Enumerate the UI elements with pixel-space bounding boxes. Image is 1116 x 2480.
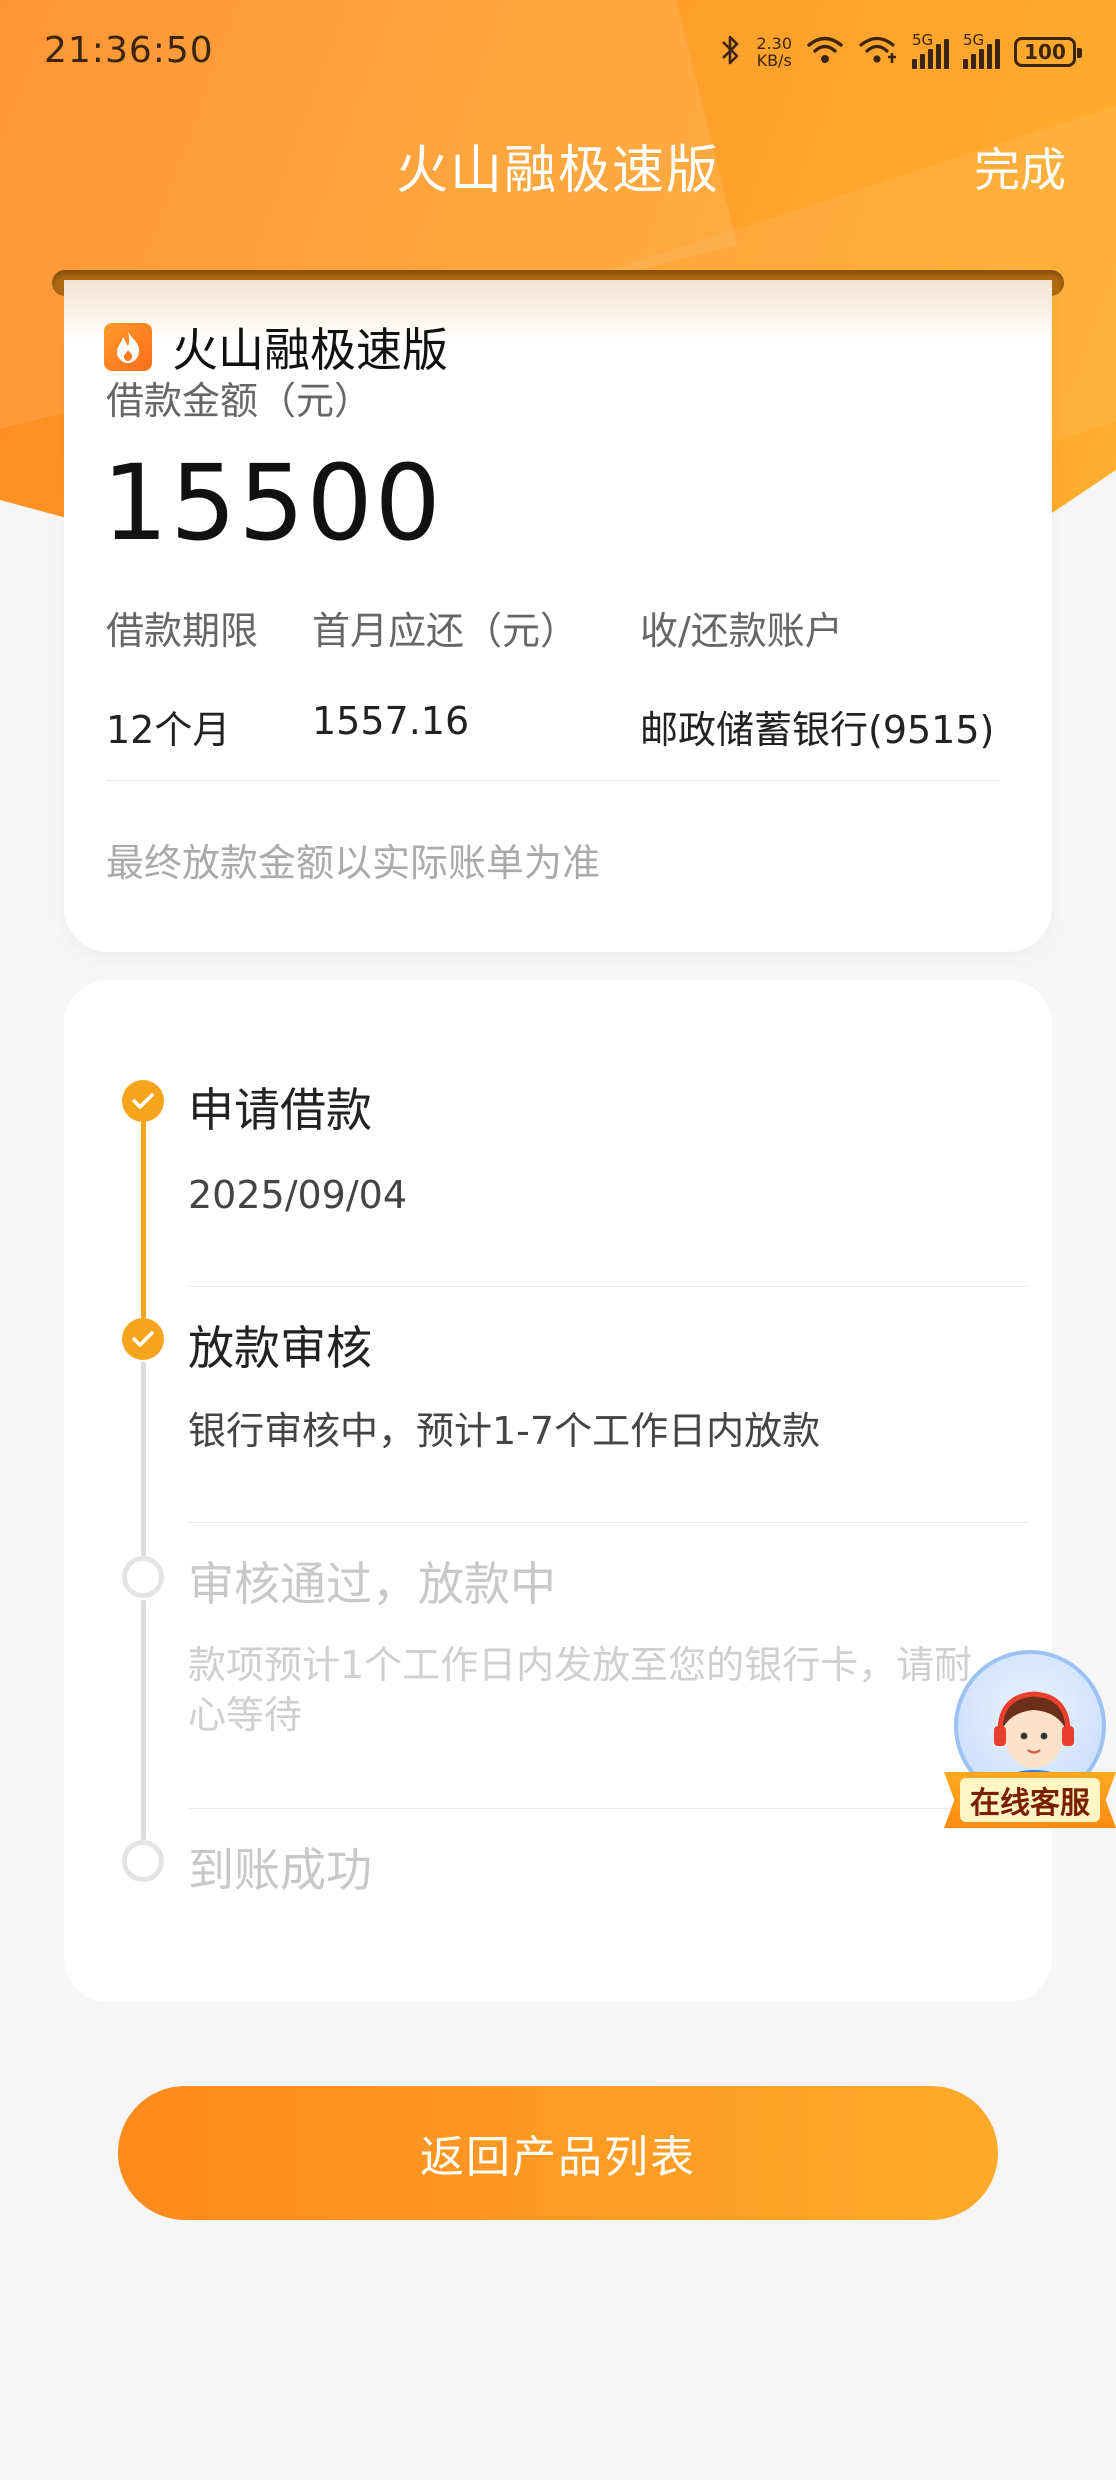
first-repay-label: 首月应还（元） — [312, 609, 579, 653]
timeline-line-done — [141, 1102, 146, 1318]
step-pending-icon — [122, 1840, 164, 1882]
signal-sim1: 5G — [912, 31, 949, 69]
divider — [106, 780, 1000, 781]
step-divider — [188, 1808, 1028, 1809]
step-desc: 款项预计1个工作日内发放至您的银行卡，请耐心等待 — [188, 1643, 973, 1737]
term-column: 借款期限 12个月 — [106, 600, 258, 754]
first-repay-column: 首月应还（元） 1557.16 — [312, 600, 578, 743]
sim2-label: 5G — [963, 31, 985, 49]
status-time: 21:36:50 — [44, 30, 214, 71]
account-label: 收/还款账户 — [640, 609, 843, 653]
signal-sim2: 5G — [963, 31, 1000, 69]
amount-label: 借款金额（元） — [106, 379, 373, 423]
term-label: 借款期限 — [106, 609, 259, 653]
status-bar: 21:36:50 2.30 KB/s 5G 5G 100 — [0, 0, 1116, 100]
service-label: 在线客服 — [960, 1778, 1100, 1822]
step-title: 放款审核 — [188, 1321, 372, 1375]
page-title: 火山融极速版 — [395, 141, 720, 201]
account-column: 收/还款账户 邮政储蓄银行(9515) — [640, 600, 994, 754]
flame-icon — [104, 323, 152, 371]
wifi-hotspot-icon — [858, 35, 898, 69]
first-repay-value: 1557.16 — [312, 699, 470, 743]
service-ribbon: 在线客服 — [944, 1772, 1116, 1828]
loan-summary-card: 火山融极速版 借款金额（元） 15500 借款期限 12个月 首月应还（元） 1… — [64, 280, 1052, 952]
timeline-line-pending — [141, 1362, 146, 1556]
net-speed-value: 2.30 — [756, 34, 792, 53]
net-speed: 2.30 KB/s — [756, 35, 792, 69]
loan-progress-card: 申请借款 2025/09/04 放款审核 银行审核中，预计1-7个工作日内放款 … — [64, 980, 1052, 2002]
step-check-icon — [122, 1080, 164, 1122]
step-desc: 银行审核中，预计1-7个工作日内放款 — [188, 1409, 821, 1453]
step-desc: 2025/09/04 — [188, 1173, 408, 1217]
step-title: 到账成功 — [188, 1843, 372, 1897]
bluetooth-icon — [720, 33, 742, 71]
back-to-product-list-button[interactable]: 返回产品列表 — [118, 2086, 998, 2220]
step-pending-icon — [122, 1556, 164, 1598]
step-check-icon — [122, 1318, 164, 1360]
step-title: 审核通过，放款中 — [188, 1557, 556, 1611]
step-divider — [188, 1522, 1028, 1523]
wifi-icon — [806, 35, 844, 69]
battery-indicator: 100 — [1014, 37, 1082, 67]
battery-level: 100 — [1024, 40, 1066, 64]
loan-note: 最终放款金额以实际账单为准 — [106, 841, 601, 885]
done-button[interactable]: 完成 — [974, 134, 1066, 200]
step-title: 申请借款 — [188, 1083, 372, 1137]
account-value: 邮政储蓄银行(9515) — [640, 708, 995, 752]
term-value: 12个月 — [106, 708, 231, 752]
status-icons: 2.30 KB/s 5G 5G 100 — [720, 30, 1082, 74]
sim1-label: 5G — [912, 31, 934, 49]
loan-amount: 15500 — [102, 442, 443, 564]
net-speed-unit: KB/s — [756, 51, 792, 70]
timeline-line-pending — [141, 1600, 146, 1840]
step-divider — [188, 1286, 1028, 1287]
online-service-button[interactable]: 在线客服 — [944, 1640, 1116, 1840]
